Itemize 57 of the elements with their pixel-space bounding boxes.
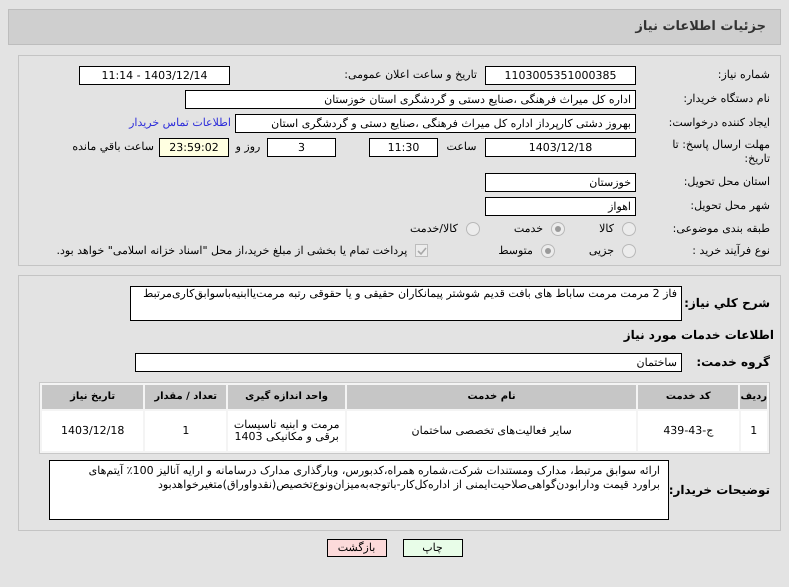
field-label: نام دستگاه خریدار: xyxy=(683,92,770,106)
radio-button[interactable] xyxy=(622,222,636,236)
table-cell: 1 xyxy=(740,410,767,450)
value-field: 3 xyxy=(267,138,336,157)
value-field: خوزستان xyxy=(485,173,636,192)
notes-field: ارائه سوابق مرتبط، مدارک ومستندات شرکت،شماره همراه،کدبورس، وبارگذاری مدارک درسامانه و ارایه آنالیز 100٪ آیتم‌های براورد قیمت ودارابودن‌گواهی‌صلاحیت‌ایمنی از اداره‌کل‌کار-باتوجه‌به‌میزان‌ونوع‌تخصیص(نقدواوراق)متغیرخواهدبود xyxy=(49,460,669,520)
radio-label: کالا/خدمت xyxy=(410,221,458,237)
field-label: استان محل تحویل: xyxy=(684,175,770,188)
back-button[interactable]: بازگشت xyxy=(326,538,386,556)
field-label: مهلت ارسال پاسخ: تا تاریخ: xyxy=(671,138,770,166)
field-label: ساعت باقي مانده xyxy=(72,139,154,156)
radio-label: متوسط xyxy=(498,242,533,259)
radio-button[interactable] xyxy=(622,244,636,258)
radio-label: کالا xyxy=(599,221,614,237)
description-field: فاز 2 مرمت مرمت ساباط های بافت قدیم شوشتر پیمانکاران حقیقی و یا حقوقی رتبه مرمت‌یاابنیه‌باسوابق‌کاری‌مرتبط xyxy=(130,286,682,321)
section-title: اطلاعات خدمات مورد نیاز xyxy=(624,328,774,342)
field-label: نوع فرآیند خرید : xyxy=(692,244,770,256)
table-cell: 1 xyxy=(145,410,226,450)
field-label: ایجاد کننده درخواست: xyxy=(668,116,770,130)
value-field: اداره کل میراث فرهنگی ،صنایع دستی و گردشگری استان خوزستان xyxy=(185,90,636,109)
page-title: جزئیات اطلاعات نیاز xyxy=(635,18,766,36)
table-cell: ج-43-439 xyxy=(638,410,739,450)
field-label: شهر محل تحویل: xyxy=(690,199,770,212)
column-header: واحد اندازه گیری xyxy=(228,384,345,408)
field-label: شرح کلي نیاز: xyxy=(683,295,770,312)
value-field: بهروز دشتی کارپرداز اداره کل میراث فرهنگی ،صنایع دستی و گردشگری استان xyxy=(235,114,636,133)
radio-label: خدمت xyxy=(514,221,544,237)
radio-button[interactable] xyxy=(551,222,566,236)
column-header: نام خدمت xyxy=(346,384,636,408)
value-field: 23:59:02 xyxy=(159,138,229,157)
field-label: طبقه بندی موضوعی: xyxy=(672,222,770,235)
field-label: شماره نیاز: xyxy=(718,68,770,82)
table-cell: 1403/12/18 xyxy=(42,410,144,450)
value-field: 1103005351000385 xyxy=(485,66,636,85)
column-header: ردیف xyxy=(740,384,767,408)
column-header: تعداد / مقدار xyxy=(145,384,226,408)
table-cell: سایر فعالیت‌های تخصصی ساختمان xyxy=(347,410,636,450)
field-label: روز و xyxy=(234,139,262,156)
value-field: ساختمان xyxy=(135,352,682,372)
radio-label: جزیی xyxy=(588,242,614,259)
column-header: تاریخ نیاز xyxy=(42,384,144,408)
value-field: اهواز xyxy=(485,197,636,216)
value-field: 1403/12/18 xyxy=(485,138,636,157)
field-label: تاریخ و ساعت اعلان عمومی: xyxy=(344,68,477,82)
value-field: 1403/12/14 - 11:14 xyxy=(79,66,230,85)
value-field: 11:30 xyxy=(369,138,438,157)
radio-button[interactable] xyxy=(466,222,480,236)
contact-link[interactable]: اطلاعات تماس خریدار xyxy=(129,115,231,132)
table-cell: مرمت و ابنیه تاسیسات برقی و مکانیکی 1403 xyxy=(228,410,346,450)
checkbox-label: پرداخت تمام یا بخشی از مبلغ خرید،از محل "اسناد خزانه اسلامی" خواهد بود. xyxy=(56,242,408,259)
column-header: کد خدمت xyxy=(638,384,738,408)
radio-button[interactable] xyxy=(540,244,555,258)
print-button[interactable]: چاپ xyxy=(402,538,462,556)
field-label: ساعت xyxy=(446,139,478,156)
field-label: گروه خدمت: xyxy=(696,355,770,369)
checkbox[interactable] xyxy=(415,244,428,258)
field-label: توضیحات خریدار: xyxy=(668,482,770,496)
